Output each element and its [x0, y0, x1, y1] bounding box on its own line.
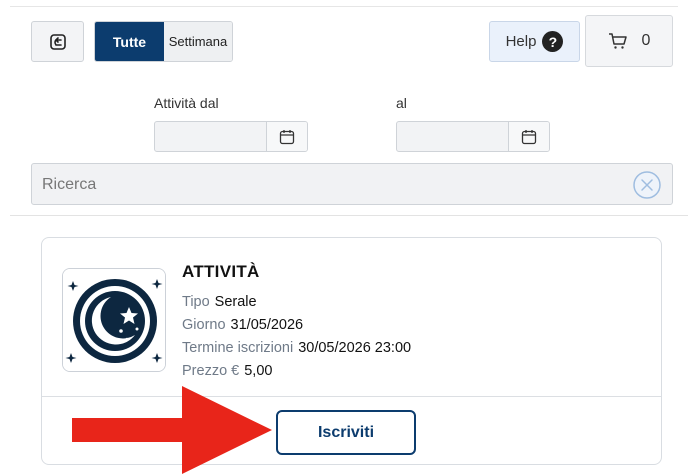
- calendar-icon: [279, 129, 295, 144]
- from-date-input[interactable]: [155, 122, 267, 151]
- to-date-field: [396, 121, 550, 152]
- help-label: Help: [505, 33, 537, 50]
- subscribe-button[interactable]: Iscriviti: [276, 410, 416, 455]
- day-value: 31/05/2026: [230, 317, 304, 333]
- price-label: Prezzo €: [182, 363, 240, 379]
- clear-circle-icon[interactable]: [632, 170, 662, 200]
- activity-day-row: Giorno 31/05/2026: [182, 317, 303, 333]
- moon-stars-icon: [63, 269, 165, 371]
- activity-image: [62, 268, 166, 372]
- from-date-picker-button[interactable]: [267, 122, 307, 151]
- activity-price-row: Prezzo €5,00: [182, 363, 272, 379]
- search-input[interactable]: Ricerca: [31, 163, 673, 205]
- activity-type-row: Tipo Serale: [182, 294, 257, 310]
- search-placeholder: Ricerca: [42, 176, 97, 193]
- help-button[interactable]: Help ?: [489, 21, 580, 62]
- cart-button[interactable]: 0: [585, 15, 673, 67]
- activity-deadline-row: Termine iscrizioni 30/05/2026 23:00: [182, 340, 411, 356]
- deadline-label: Termine iscrizioni: [182, 340, 294, 356]
- to-date-input[interactable]: [397, 122, 509, 151]
- type-label: Tipo: [182, 294, 210, 310]
- calendar-icon: [521, 129, 537, 144]
- price-value: 5,00: [244, 363, 273, 379]
- to-date-label: al: [396, 95, 407, 111]
- filter-all-button[interactable]: Tutte: [95, 22, 164, 61]
- top-divider: [10, 6, 678, 7]
- red-arrow-right: [72, 386, 272, 474]
- section-divider: [10, 215, 688, 216]
- from-date-label: Attività dal: [154, 95, 219, 111]
- to-date-picker-button[interactable]: [509, 122, 549, 151]
- exit-back-icon: [49, 33, 66, 50]
- filter-week-button[interactable]: Settimana: [164, 22, 232, 61]
- cart-count: 0: [641, 32, 651, 49]
- from-date-field: [154, 121, 308, 152]
- deadline-value: 30/05/2026 23:00: [298, 340, 412, 356]
- period-filter: Tutte Settimana: [94, 21, 233, 62]
- activity-title: ATTIVITÀ: [182, 262, 260, 281]
- help-icon: ?: [542, 31, 564, 52]
- back-button[interactable]: [31, 21, 84, 62]
- cart-icon: [608, 33, 627, 49]
- type-value: Serale: [214, 294, 257, 310]
- day-label: Giorno: [182, 317, 226, 333]
